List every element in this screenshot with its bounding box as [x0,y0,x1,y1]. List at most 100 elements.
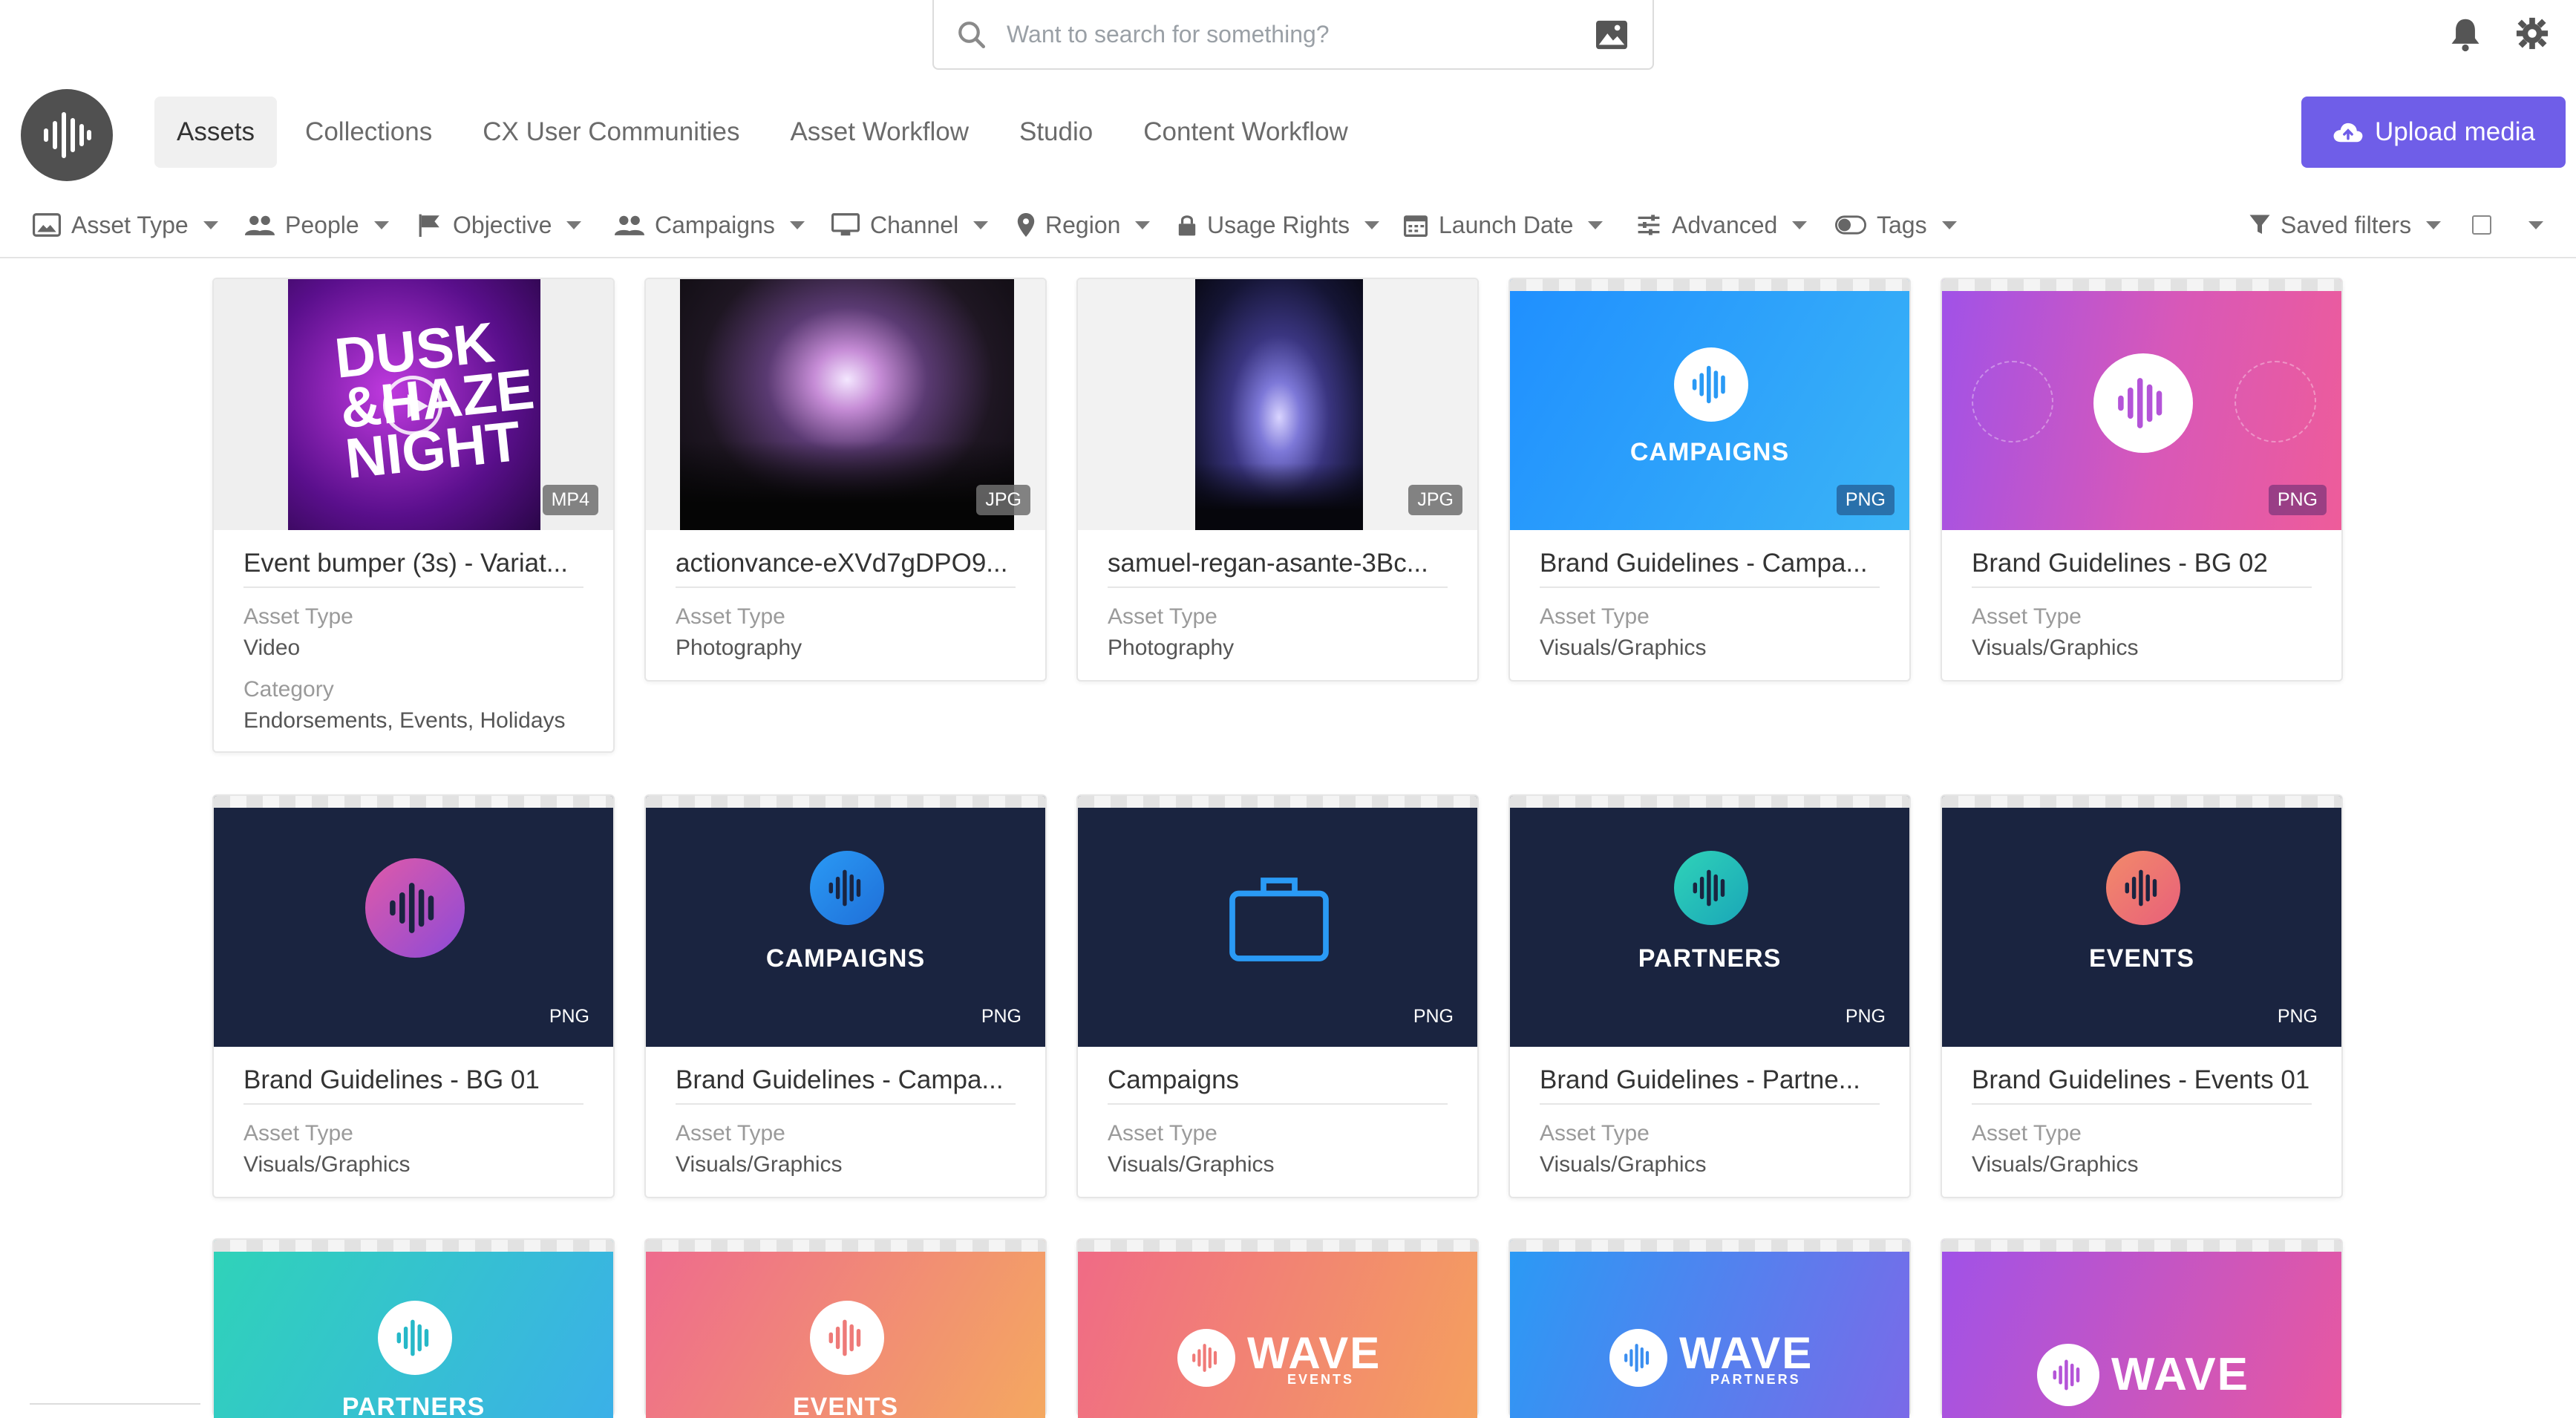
wave-logo-icon [1177,1329,1235,1387]
saved-filters-label: Saved filters [2281,211,2412,238]
art-text: NIGHT [342,409,524,491]
wave-logo-icon [1609,1329,1667,1387]
chevron-down-icon [203,220,218,229]
asset-card[interactable]: CAMPAIGNS PNG Brand Guidelines - Campa..… [644,794,1047,1198]
meta-value: Visuals/Graphics [1972,636,2139,660]
asset-thumbnail: WAVE EVENTS [1078,1240,1477,1418]
wave-logo-icon [2106,851,2180,925]
file-type-badge: PNG [1836,485,1895,515]
filter-label: Asset Type [71,211,189,238]
main-nav: Assets Collections CX User Communities A… [154,97,1370,168]
file-type-badge: PNG [1413,1006,1454,1027]
bell-icon[interactable] [2448,16,2482,52]
bottom-tab-edge [30,1403,200,1411]
filter-label: Usage Rights [1207,211,1350,238]
asset-name[interactable]: samuel-regan-asante-3Bc... [1108,546,1448,588]
filter-objective[interactable]: Objective [417,208,582,242]
asset-name[interactable]: Brand Guidelines - Campa... [676,1063,1016,1105]
tab-content-workflow[interactable]: Content Workflow [1121,97,1370,168]
asset-name[interactable]: Brand Guidelines - Events 01 [1972,1063,2312,1105]
upload-media-button[interactable]: Upload media [2301,97,2566,168]
asset-card[interactable]: PNG Brand Guidelines - BG 01 Asset Type … [212,794,615,1198]
filter-advanced[interactable]: Advanced [1636,208,1808,242]
play-icon[interactable] [383,376,442,435]
users-icon [615,215,644,235]
art-text: PARTNERS [1638,944,1782,973]
tab-asset-workflow[interactable]: Asset Workflow [768,97,991,168]
tab-cx-user-communities[interactable]: CX User Communities [460,97,762,168]
meta-value: Visuals/Graphics [1108,1152,1275,1177]
image-search-icon[interactable] [1595,19,1629,50]
filter-people[interactable]: People [245,208,389,242]
file-type-badge: PNG [2277,1006,2318,1027]
meta-label: Asset Type [1972,1121,2082,1146]
asset-name[interactable]: Event bumper (3s) - Variat... [243,546,583,588]
chevron-down-icon [1588,220,1604,229]
asset-card[interactable]: JPG actionvance-eXVd7gDPO9... Asset Type… [644,278,1047,682]
asset-name[interactable]: Campaigns [1108,1063,1448,1105]
filter-channel[interactable]: Channel [831,208,989,242]
meta-label: Asset Type [1972,604,2082,629]
filter-label: Region [1045,211,1121,238]
art-subtext: PARTNERS [1710,1372,1801,1387]
tab-studio[interactable]: Studio [997,97,1115,168]
asset-card[interactable]: DUSK &HAZE NIGHT MP4 Event bumper (3s) -… [212,278,615,753]
asset-thumbnail: PARTNERS PNG [1510,796,1909,1047]
meta-value: Visuals/Graphics [243,1152,411,1177]
asset-thumbnail: JPG [646,279,1045,530]
briefcase-icon [1229,878,1329,961]
filter-campaigns[interactable]: Campaigns [615,208,805,242]
app-logo[interactable] [21,89,113,181]
chevron-down-icon [1364,220,1380,229]
filter-launch-date[interactable]: Launch Date [1403,208,1604,242]
chevron-down-icon [1941,220,1957,229]
chevron-down-icon [1792,220,1808,229]
wave-logo-icon [365,858,465,958]
asset-name[interactable]: Brand Guidelines - Campa... [1540,546,1880,588]
view-options-dropdown[interactable] [2524,208,2543,242]
asset-name[interactable]: actionvance-eXVd7gDPO9... [676,546,1016,588]
gear-icon[interactable] [2515,16,2549,50]
art-text: CAMPAIGNS [765,944,926,973]
asset-card[interactable]: WAVE EVENTS [1076,1238,1479,1418]
filter-tags[interactable]: Tags [1835,208,1957,242]
asset-card[interactable]: PNG Campaigns Asset Type Visuals/Graphic… [1076,794,1479,1198]
wave-logo-icon [2093,353,2193,453]
upload-media-label: Upload media [2375,117,2535,146]
asset-card[interactable]: EVENTS PNG Brand Guidelines - Events 01 … [1941,794,2343,1198]
asset-card[interactable]: WAVE PARTNERS [1508,1238,1911,1418]
meta-value: Visuals/Graphics [1972,1152,2139,1177]
asset-card[interactable]: PARTNERS PNG Brand Guidelines - Partne..… [1508,794,1911,1198]
saved-filters-dropdown[interactable]: Saved filters [2249,208,2442,242]
asset-name[interactable]: Brand Guidelines - BG 01 [243,1063,583,1105]
asset-name[interactable]: Brand Guidelines - BG 02 [1972,546,2312,588]
asset-thumbnail: EVENTS [646,1240,1045,1418]
asset-card[interactable]: PNG Brand Guidelines - BG 02 Asset Type … [1941,278,2343,682]
asset-card[interactable]: CAMPAIGNS PNG Brand Guidelines - Campa..… [1508,278,1911,682]
filter-label: Campaigns [655,211,775,238]
art-text: EVENTS [2088,944,2195,973]
asset-card[interactable]: EVENTS [644,1238,1047,1418]
asset-thumbnail: WAVE PARTNERS [1510,1240,1909,1418]
tab-collections[interactable]: Collections [283,97,454,168]
filter-usage-rights[interactable]: Usage Rights [1177,208,1380,242]
tab-assets[interactable]: Assets [154,97,278,168]
asset-thumbnail: CAMPAIGNS PNG [1510,279,1909,530]
filter-asset-type[interactable]: Asset Type [33,208,218,242]
filter-region[interactable]: Region [1017,208,1151,242]
asset-thumbnail: WAVE [1942,1240,2341,1418]
meta-value: Photography [1108,636,1235,660]
asset-card[interactable]: WAVE [1941,1238,2343,1418]
select-all-checkbox[interactable] [2472,208,2491,242]
search-input[interactable] [1007,10,1571,58]
wave-logo-icon [2037,1344,2099,1406]
sliders-icon [1638,215,1660,235]
asset-card[interactable]: PARTNERS [212,1238,615,1418]
video-thumbnail: DUSK &HAZE NIGHT [288,279,540,530]
asset-card[interactable]: JPG samuel-regan-asante-3Bc... Asset Typ… [1076,278,1479,682]
search-bar[interactable] [932,0,1654,70]
asset-name[interactable]: Brand Guidelines - Partne... [1540,1063,1880,1105]
meta-label: Asset Type [1540,604,1650,629]
asset-thumbnail: CAMPAIGNS PNG [646,796,1045,1047]
art-text: CAMPAIGNS [1629,438,1790,466]
